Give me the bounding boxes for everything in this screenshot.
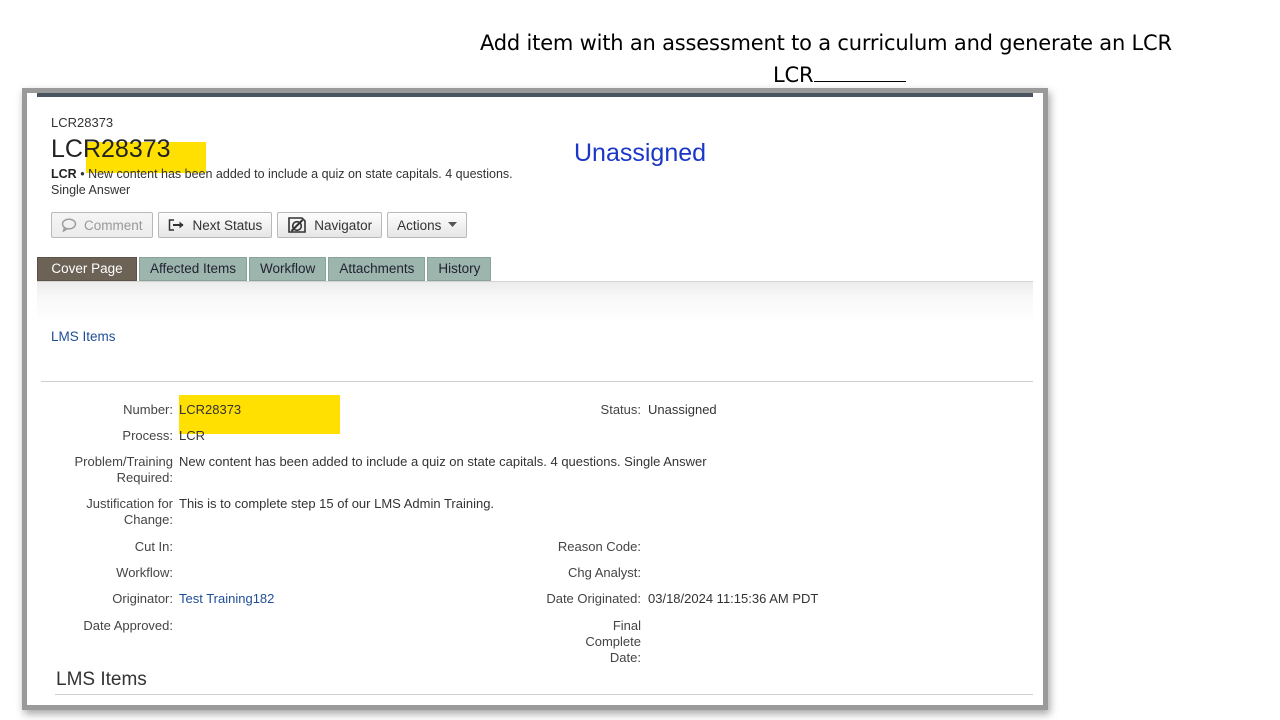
slide-title: Add item with an assessment to a curricu… <box>480 31 1172 55</box>
process-label: Process: <box>122 428 173 443</box>
next-status-button[interactable]: Next Status <box>157 212 273 238</box>
navigator-button[interactable]: Navigator <box>277 212 383 238</box>
navigator-icon <box>287 216 307 234</box>
bullet-separator: • <box>80 167 85 181</box>
justification-value: This is to complete step 15 of our LMS A… <box>179 496 495 511</box>
record-page: LCR28373 LCR28373 LCR • New content has … <box>37 93 1033 705</box>
speech-bubble-icon <box>61 218 77 232</box>
tab-cover-page[interactable]: Cover Page <box>37 257 137 281</box>
caret-down-icon <box>448 222 458 228</box>
actions-dropdown-label: Actions <box>397 217 442 233</box>
process-value: LCR <box>179 428 206 443</box>
toolbar: Comment Next Status Navigator Actions <box>51 212 468 238</box>
record-description-text: New content has been added to include a … <box>51 167 513 197</box>
chg-analyst-label: Chg Analyst: <box>568 565 641 580</box>
status-value: Unassigned <box>648 402 717 417</box>
date-originated-label: Date Originated: <box>546 591 641 606</box>
problem-label: Problem/Training Required: <box>74 454 173 485</box>
actions-dropdown[interactable]: Actions <box>387 212 468 238</box>
number-value: LCR28373 <box>179 402 242 417</box>
reason-code-label: Reason Code: <box>557 539 641 554</box>
workflow-label: Workflow: <box>116 565 173 580</box>
date-approved-label: Date Approved: <box>83 618 173 633</box>
section-title: LMS Items <box>56 669 147 690</box>
comment-button[interactable]: Comment <box>51 212 153 238</box>
justification-label: Justification for Change: <box>86 496 173 527</box>
status-heading: Unassigned <box>574 139 707 167</box>
tab-history[interactable]: History <box>427 257 492 281</box>
record-description: LCR • New content has been added to incl… <box>51 166 541 198</box>
record-type: LCR <box>51 167 77 181</box>
problem-value: New content has been added to include a … <box>179 454 707 469</box>
tab-attachments[interactable]: Attachments <box>328 257 426 281</box>
number-label: Number: <box>123 402 173 417</box>
divider <box>55 694 1033 695</box>
tab-workflow[interactable]: Workflow <box>249 257 327 281</box>
tab-bar: Cover Page Affected Items Workflow Attac… <box>37 257 492 281</box>
lms-items-link[interactable]: LMS Items <box>51 329 116 344</box>
divider <box>41 381 1033 382</box>
next-status-button-label: Next Status <box>192 217 263 233</box>
originator-label: Originator: <box>112 591 173 606</box>
navigator-button-label: Navigator <box>314 217 373 233</box>
comment-button-label: Comment <box>84 217 143 233</box>
tab-affected-items[interactable]: Affected Items <box>139 257 248 281</box>
forward-arrow-icon <box>168 218 186 232</box>
page-title: LCR28373 <box>51 135 171 163</box>
final-complete-date-label: Final Complete Date: <box>585 618 641 665</box>
slide-subtitle-text: LCR <box>773 63 814 87</box>
screenshot-frame: LCR28373 LCR28373 LCR • New content has … <box>26 92 1044 706</box>
fill-in-blank <box>814 63 907 82</box>
status-label: Status: <box>600 402 641 417</box>
cut-in-label: Cut In: <box>134 539 173 554</box>
tab-content-band <box>37 281 1033 382</box>
slide-subtitle: LCR <box>773 63 907 87</box>
date-originated-value: 03/18/2024 11:15:36 AM PDT <box>648 591 819 606</box>
originator-link[interactable]: Test Training182 <box>179 591 274 607</box>
breadcrumb: LCR28373 <box>51 115 114 130</box>
